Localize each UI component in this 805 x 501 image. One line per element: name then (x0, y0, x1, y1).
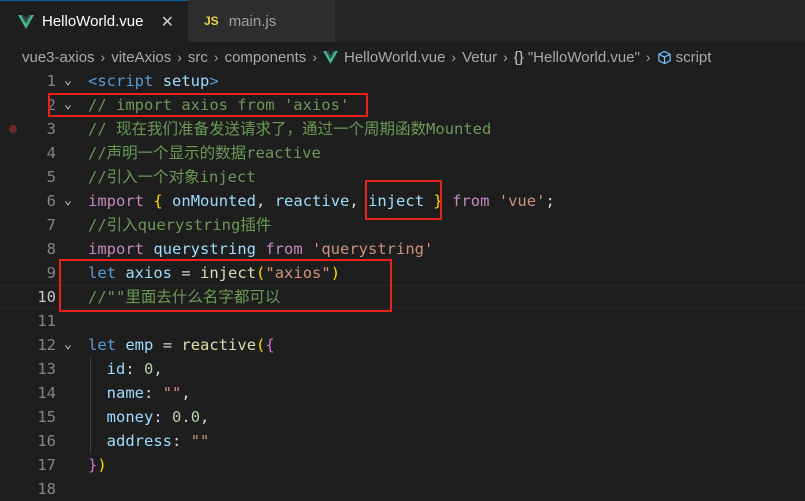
breadcrumb-item[interactable]: components (225, 49, 307, 66)
cube-icon (657, 50, 671, 64)
code-line: 8 import querystring from 'querystring' (0, 237, 805, 261)
breadcrumb-item[interactable]: Vetur (462, 49, 497, 66)
breadcrumb-item[interactable]: vue3-axios (0, 49, 95, 66)
code-text: import querystring from 'querystring' (88, 240, 434, 258)
code-line: 3 // 现在我们准备发送请求了，通过一个周期函数Mounted (0, 117, 805, 141)
chevron-right-icon: › (312, 49, 317, 65)
line-number: 14 (37, 384, 56, 402)
tab-label: HelloWorld.vue (42, 13, 144, 30)
breadcrumb-item-file[interactable]: HelloWorld.vue (323, 49, 445, 66)
line-number: 7 (46, 216, 56, 234)
line-number: 8 (46, 240, 56, 258)
code-text: money: 0.0, (106, 408, 210, 426)
chevron-right-icon: › (503, 49, 508, 65)
code-line: 4 //声明一个显示的数据reactive (0, 141, 805, 165)
line-number: 9 (46, 264, 56, 282)
code-text: }) (88, 456, 107, 474)
fold-chevron-icon[interactable]: ⌄ (64, 69, 80, 93)
chevron-right-icon: › (177, 49, 182, 65)
code-editor[interactable]: 1 ⌄ <script setup> 2 ⌄ // import axios f… (0, 69, 805, 498)
annotation-box-let-axios (59, 259, 392, 312)
breadcrumb-item-script[interactable]: script (657, 48, 712, 66)
tab-label: main.js (228, 12, 277, 30)
code-line: 12 ⌄ let emp = reactive({ (0, 333, 805, 357)
line-number: 4 (46, 144, 56, 162)
vue-icon (323, 50, 338, 64)
line-number: 18 (37, 480, 56, 498)
line-number: 11 (37, 312, 56, 330)
line-number: 1 (46, 72, 56, 90)
breadcrumb-item[interactable]: src (188, 49, 208, 66)
code-text: <script setup> (88, 72, 219, 90)
code-line: 15 money: 0.0, (0, 405, 805, 429)
vue-icon (18, 14, 34, 29)
annotation-box-import-comment (48, 93, 368, 117)
breadcrumb: vue3-axios › viteAxios › src › component… (0, 42, 805, 72)
breadcrumb-item-symbol[interactable]: {} "HelloWorld.vue" (514, 49, 640, 66)
js-icon: JS (204, 14, 219, 28)
code-line: 16 address: "" (0, 429, 805, 453)
fold-chevron-icon[interactable]: ⌄ (64, 189, 80, 213)
code-text: name: "", (106, 384, 191, 402)
line-number: 10 (37, 288, 56, 306)
line-number: 3 (46, 120, 56, 138)
tab-helloworld-vue[interactable]: HelloWorld.vue ✕ (0, 0, 188, 42)
code-text: //引入一个对象inject (88, 168, 256, 186)
breadcrumb-label: "HelloWorld.vue" (527, 48, 640, 66)
chevron-right-icon: › (451, 49, 457, 65)
chevron-right-icon: › (100, 49, 106, 65)
braces-icon: {} (513, 48, 524, 66)
line-number: 6 (46, 192, 56, 210)
code-text: address: "" (106, 432, 210, 450)
code-line: 1 ⌄ <script setup> (0, 69, 805, 93)
close-icon[interactable]: ✕ (161, 12, 174, 32)
code-line: 18 (0, 477, 805, 501)
tab-main-js[interactable]: JS main.js (188, 0, 336, 42)
line-number: 5 (46, 168, 56, 186)
chevron-right-icon: › (213, 49, 219, 65)
code-text: //声明一个显示的数据reactive (88, 144, 321, 162)
code-text: let emp = reactive({ (88, 336, 275, 354)
annotation-box-inject (365, 180, 442, 220)
fold-chevron-icon[interactable]: ⌄ (64, 333, 80, 357)
code-line: 14 name: "", (0, 381, 805, 405)
code-line: 13 id: 0, (0, 357, 805, 381)
line-number: 12 (37, 336, 56, 354)
code-line: 11 (0, 309, 805, 333)
breadcrumb-item[interactable]: viteAxios (111, 49, 171, 66)
code-text: import { onMounted, reactive, inject } f… (88, 192, 555, 210)
code-text: id: 0, (106, 360, 163, 378)
line-number: 17 (37, 456, 56, 474)
line-number: 13 (37, 360, 56, 378)
tab-bar: HelloWorld.vue ✕ JS main.js (0, 0, 805, 42)
chevron-right-icon: › (645, 49, 651, 65)
breadcrumb-label: HelloWorld.vue (343, 48, 446, 66)
code-text: //引入querystring插件 (88, 216, 272, 234)
code-text: // 现在我们准备发送请求了，通过一个周期函数Mounted (88, 120, 492, 138)
breadcrumb-label: script (675, 48, 712, 66)
line-number: 15 (37, 408, 56, 426)
line-number: 16 (37, 432, 56, 450)
code-line: 17 }) (0, 453, 805, 477)
